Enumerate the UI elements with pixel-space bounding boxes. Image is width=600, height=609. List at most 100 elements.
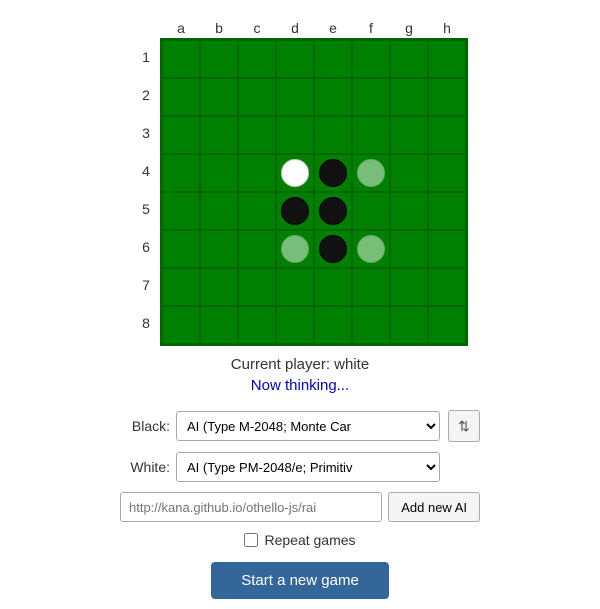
- board-cell[interactable]: [390, 192, 428, 230]
- board-cell[interactable]: [352, 78, 390, 116]
- board-cell[interactable]: [390, 306, 428, 344]
- col-header: h: [428, 18, 466, 38]
- board-cell[interactable]: [352, 268, 390, 306]
- col-header: c: [238, 18, 276, 38]
- board-cell[interactable]: [314, 230, 352, 268]
- board-cell[interactable]: [162, 306, 200, 344]
- repeat-checkbox[interactable]: [244, 533, 258, 547]
- board-cell[interactable]: [238, 268, 276, 306]
- board-cell[interactable]: [162, 154, 200, 192]
- col-header: f: [352, 18, 390, 38]
- ghost-piece: [281, 235, 309, 263]
- board-cell[interactable]: [314, 306, 352, 344]
- board-cell[interactable]: [352, 154, 390, 192]
- board-cell[interactable]: [314, 40, 352, 78]
- board-cell[interactable]: [428, 154, 466, 192]
- board-cell[interactable]: [428, 306, 466, 344]
- board-cell[interactable]: [428, 116, 466, 154]
- board-cell[interactable]: [200, 306, 238, 344]
- board-cell[interactable]: [390, 268, 428, 306]
- ai-url-input[interactable]: [120, 492, 382, 522]
- board-cell[interactable]: [276, 306, 314, 344]
- board-cell[interactable]: [200, 230, 238, 268]
- board-cell[interactable]: [390, 116, 428, 154]
- white-player-row: White: AI (Type PM-2048/e; Primitiv: [120, 452, 480, 482]
- row-header: 1: [132, 38, 160, 76]
- row-header: 8: [132, 304, 160, 342]
- board-cell[interactable]: [238, 192, 276, 230]
- board-cell[interactable]: [314, 78, 352, 116]
- board-cell[interactable]: [200, 154, 238, 192]
- board-cell[interactable]: [276, 78, 314, 116]
- board-cell[interactable]: [352, 230, 390, 268]
- board-cell[interactable]: [238, 306, 276, 344]
- thinking-text: Now thinking...: [231, 377, 369, 394]
- col-header: e: [314, 18, 352, 38]
- repeat-row: Repeat games: [244, 532, 355, 548]
- white-label: White:: [120, 459, 170, 475]
- board-cell[interactable]: [162, 230, 200, 268]
- board-cell[interactable]: [428, 40, 466, 78]
- board-cell[interactable]: [276, 230, 314, 268]
- board-cell[interactable]: [276, 40, 314, 78]
- board-cell[interactable]: [352, 306, 390, 344]
- board-cell[interactable]: [200, 40, 238, 78]
- board-cell[interactable]: [238, 230, 276, 268]
- repeat-label[interactable]: Repeat games: [264, 532, 355, 548]
- ghost-piece: [357, 159, 385, 187]
- board-rows: 12345678: [132, 38, 468, 346]
- controls-panel: Black: AI (Type M-2048; Monte Car ⇅ Whit…: [120, 410, 480, 599]
- swap-button[interactable]: ⇅: [448, 410, 480, 442]
- board-cell[interactable]: [276, 154, 314, 192]
- black-ai-select[interactable]: AI (Type M-2048; Monte Car: [176, 411, 440, 441]
- white-ai-select[interactable]: AI (Type PM-2048/e; Primitiv: [176, 452, 440, 482]
- white-piece: [281, 159, 309, 187]
- board-cell[interactable]: [428, 78, 466, 116]
- col-header: g: [390, 18, 428, 38]
- board-cell[interactable]: [352, 40, 390, 78]
- col-headers: abcdefgh: [162, 18, 466, 38]
- row-header: 7: [132, 266, 160, 304]
- board-cell[interactable]: [428, 192, 466, 230]
- board-cell[interactable]: [200, 78, 238, 116]
- board-cell[interactable]: [428, 268, 466, 306]
- row-header: 6: [132, 228, 160, 266]
- start-game-button[interactable]: Start a new game: [211, 562, 389, 599]
- status-area: Current player: white Now thinking...: [231, 356, 369, 394]
- board-cell[interactable]: [162, 192, 200, 230]
- row-header: 2: [132, 76, 160, 114]
- board-cell[interactable]: [428, 230, 466, 268]
- board-cell[interactable]: [314, 192, 352, 230]
- board-cell[interactable]: [276, 192, 314, 230]
- board-cell[interactable]: [200, 192, 238, 230]
- board-cell[interactable]: [390, 154, 428, 192]
- row-header: 3: [132, 114, 160, 152]
- board-cell[interactable]: [200, 268, 238, 306]
- board-cell[interactable]: [390, 78, 428, 116]
- board-cell[interactable]: [314, 154, 352, 192]
- board-cell[interactable]: [314, 116, 352, 154]
- board-cell[interactable]: [238, 78, 276, 116]
- board-cell[interactable]: [352, 116, 390, 154]
- url-row: Add new AI: [120, 492, 480, 522]
- board-cell[interactable]: [390, 230, 428, 268]
- board-cell[interactable]: [276, 116, 314, 154]
- board-cell[interactable]: [162, 116, 200, 154]
- board-cell[interactable]: [390, 40, 428, 78]
- board-cell[interactable]: [238, 40, 276, 78]
- board-cell[interactable]: [200, 116, 238, 154]
- col-header: b: [200, 18, 238, 38]
- board-cell[interactable]: [162, 268, 200, 306]
- black-piece: [319, 235, 347, 263]
- black-label: Black:: [120, 418, 170, 434]
- board-cell[interactable]: [352, 192, 390, 230]
- board-cell[interactable]: [238, 116, 276, 154]
- board-cell[interactable]: [238, 154, 276, 192]
- board-cell[interactable]: [314, 268, 352, 306]
- board-container: abcdefgh 12345678: [132, 18, 468, 346]
- board-cell[interactable]: [276, 268, 314, 306]
- board-cell[interactable]: [162, 40, 200, 78]
- game-board[interactable]: [160, 38, 468, 346]
- board-cell[interactable]: [162, 78, 200, 116]
- add-ai-button[interactable]: Add new AI: [388, 492, 480, 522]
